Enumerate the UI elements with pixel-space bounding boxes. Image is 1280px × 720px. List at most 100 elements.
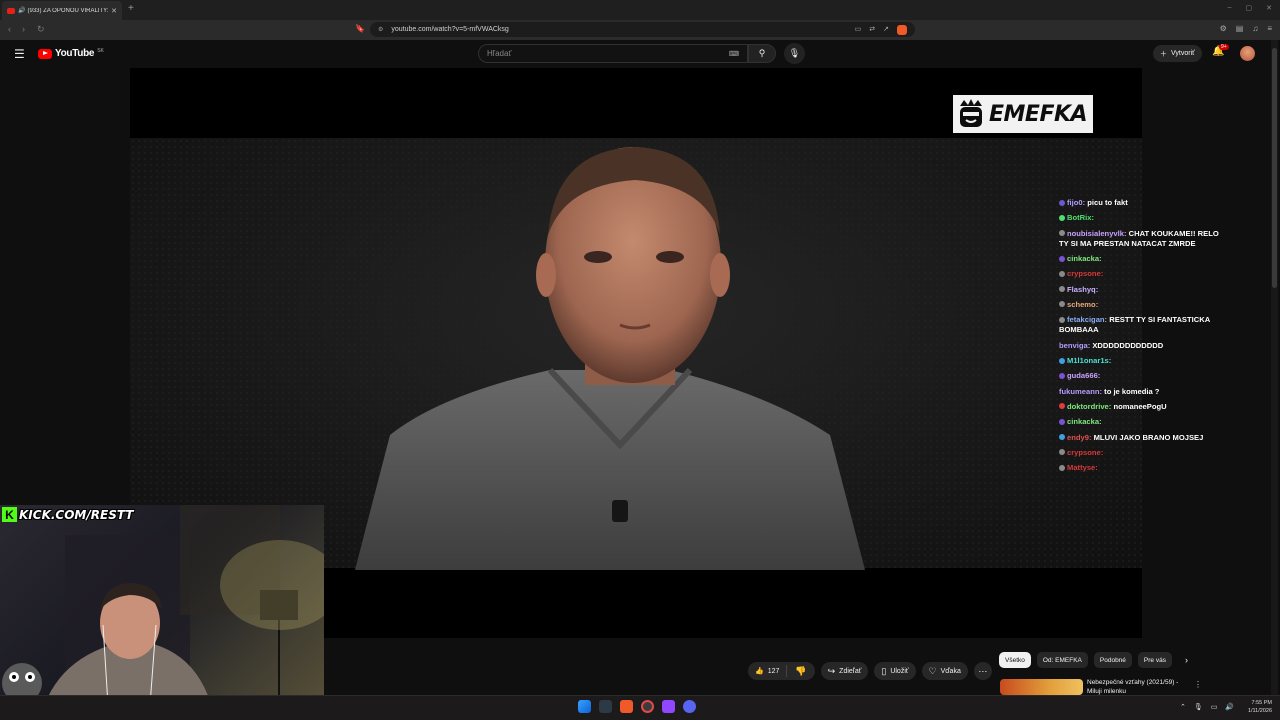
hamburger-menu-icon[interactable]: ☰ xyxy=(14,47,25,61)
close-window-button[interactable]: ✕ xyxy=(1266,4,1272,12)
chat-message: Flashyq: xyxy=(1059,285,1229,295)
chat-message: crypsone: xyxy=(1059,269,1229,279)
extensions-icon[interactable]: ⚙ xyxy=(1220,24,1227,33)
new-tab-button[interactable]: + xyxy=(128,3,134,14)
thanks-button[interactable]: ♡ Vďaka xyxy=(921,662,968,680)
bookmark-save-icon: ▯ xyxy=(881,665,887,676)
discord-icon[interactable] xyxy=(683,700,696,713)
speaker-icon[interactable]: 🔊 xyxy=(18,7,25,14)
notifications-badge: 9+ xyxy=(1219,44,1229,50)
chat-badge-icon xyxy=(1059,301,1065,308)
youtube-favicon-icon xyxy=(7,7,15,14)
chip-from-channel[interactable]: Od: EMEFKA xyxy=(1036,652,1088,668)
stream-chat-overlay: fijo0: picu to fakt BotRix: noubisialenyvl… xyxy=(1059,198,1229,478)
search-input[interactable]: Hľadať ⌨ xyxy=(478,44,748,63)
kick-channel-watermark: K KICK.COM/RESTT xyxy=(2,506,134,523)
more-actions-button[interactable]: ⋯ xyxy=(973,662,992,680)
menu-icon[interactable]: ≡ xyxy=(1267,24,1272,33)
recommended-menu-icon[interactable]: ⋮ xyxy=(1194,680,1202,689)
country-code: SK xyxy=(97,47,104,54)
chat-username: Flashyq: xyxy=(1067,284,1099,294)
youtube-logo[interactable]: YouTube SK xyxy=(38,48,104,59)
task-view-icon[interactable] xyxy=(599,700,612,713)
chat-message: noubisialenyvlk: CHAT KOUKAME!! RELO TY … xyxy=(1059,229,1229,249)
chat-username: guda666: xyxy=(1067,371,1101,381)
recommended-video-thumbnail[interactable] xyxy=(1000,679,1083,695)
site-info-icon[interactable]: ⚙ xyxy=(378,26,383,33)
chip-for-you[interactable]: Pre vás xyxy=(1137,652,1172,668)
volume-icon[interactable]: 🔊 xyxy=(1225,703,1234,711)
chat-message: doktordrive: nomaneePogU xyxy=(1059,402,1229,412)
music-icon[interactable]: ♫ xyxy=(1252,24,1258,33)
chat-username: fijo0: xyxy=(1067,198,1086,207)
share-icon[interactable]: ↗ xyxy=(883,25,889,35)
mic-tray-icon[interactable]: 🎙 xyxy=(1194,703,1203,711)
chat-username: BotRix: xyxy=(1067,213,1094,223)
network-icon[interactable]: ▭ xyxy=(1211,703,1218,711)
chat-username: crypsone: xyxy=(1067,269,1104,279)
forward-icon[interactable]: › xyxy=(22,24,25,34)
window-controls: – ▢ ✕ xyxy=(1228,4,1272,12)
browser-tab-strip xyxy=(0,0,1280,20)
chat-message: endy9: MLUVI JAKO BRANO MOJSEJ xyxy=(1059,433,1229,443)
like-button[interactable]: 👍 127 xyxy=(748,665,788,677)
chip-related[interactable]: Podobné xyxy=(1093,652,1132,668)
url-text[interactable]: youtube.com/watch?v=5-mfVWACksg xyxy=(391,26,508,33)
recommended-video-title[interactable]: Nebezpečné vzťahy (2021/59) - Miluji mil… xyxy=(1087,679,1187,695)
picture-icon[interactable]: ▭ xyxy=(855,25,862,35)
chat-badge-icon xyxy=(1059,316,1065,323)
like-dislike-group: 👍 127 👎 xyxy=(748,662,815,680)
chat-text: XDDDDDDDDDDDD xyxy=(1092,340,1164,350)
chip-all[interactable]: Všetko xyxy=(999,652,1031,668)
share-label: Zdieľať xyxy=(839,667,862,675)
thanks-label: Vďaka xyxy=(940,667,961,675)
create-button[interactable]: ＋ Vytvoriť xyxy=(1153,45,1202,62)
back-icon[interactable]: ‹ xyxy=(8,24,11,34)
chat-text: nomaneePogU xyxy=(1113,401,1167,411)
share-button[interactable]: ↪ Zdieľať xyxy=(820,662,869,680)
microphone-icon: 🎙 xyxy=(788,48,801,58)
thumbs-up-icon: 👍 xyxy=(755,668,764,675)
chat-badge-icon xyxy=(1059,403,1065,410)
browser-tab[interactable]: 🔊 (933) ZA OPONOU VIRALITY: ✕ xyxy=(2,1,122,20)
windows-start-icon[interactable] xyxy=(578,700,591,713)
account-avatar[interactable] xyxy=(1240,46,1255,61)
maximize-button[interactable]: ▢ xyxy=(1246,4,1253,12)
tab-title: (933) ZA OPONOU VIRALITY: xyxy=(27,7,109,14)
chat-message: guda666: xyxy=(1059,371,1229,381)
chat-text: MLUVI JAKO BRANO MOJSEJ xyxy=(1093,432,1204,442)
youtube-logo-text: YouTube xyxy=(55,48,95,59)
scrollbar-thumb[interactable] xyxy=(1272,48,1277,288)
tab-close-icon[interactable]: ✕ xyxy=(111,7,117,15)
chat-message: M1l1onar1s: xyxy=(1059,356,1229,366)
chat-message: cinkacka: xyxy=(1059,254,1229,264)
minimize-button[interactable]: – xyxy=(1228,4,1232,12)
chat-username: doktordrive: xyxy=(1067,401,1112,411)
voice-search-button[interactable]: 🎙 xyxy=(784,43,805,64)
youtube-play-icon xyxy=(38,48,52,59)
search-button[interactable]: ⚲ xyxy=(748,44,776,63)
address-bar[interactable]: ⚙ youtube.com/watch?v=5-mfVWACksg ▭ ⇄ ↗ xyxy=(370,22,915,37)
brave-browser-icon[interactable] xyxy=(620,700,633,713)
search-icon: ⚲ xyxy=(758,48,766,58)
tray-chevron-icon[interactable]: ⌃ xyxy=(1180,703,1186,711)
brave-shields-icon[interactable] xyxy=(897,24,907,35)
plus-icon: ＋ xyxy=(1160,50,1167,58)
chips-next-chevron-icon[interactable]: › xyxy=(1185,655,1188,665)
twitch-icon[interactable] xyxy=(662,700,675,713)
save-button[interactable]: ▯ Uložiť xyxy=(874,662,916,680)
keyboard-icon[interactable]: ⌨ xyxy=(729,50,739,58)
obs-icon[interactable] xyxy=(641,700,654,713)
clock-time: 7:55 PM xyxy=(1251,700,1272,706)
chat-username: fetakcigan: xyxy=(1067,315,1108,325)
bookmark-icon[interactable]: 🔖 xyxy=(355,24,365,33)
sidebar-icon[interactable]: ▤ xyxy=(1236,24,1244,33)
reload-icon[interactable]: ↻ xyxy=(37,24,45,35)
dislike-button[interactable]: 👎 xyxy=(787,666,814,677)
chat-message: Mattyse: xyxy=(1059,463,1229,473)
chat-badge-icon xyxy=(1059,372,1065,379)
video-presenter-figure xyxy=(355,147,865,570)
chat-message: cinkacka: xyxy=(1059,417,1229,427)
translate-icon[interactable]: ⇄ xyxy=(869,25,875,35)
taskbar-clock[interactable]: 7:55 PM 1/11/2026 xyxy=(1236,700,1272,715)
